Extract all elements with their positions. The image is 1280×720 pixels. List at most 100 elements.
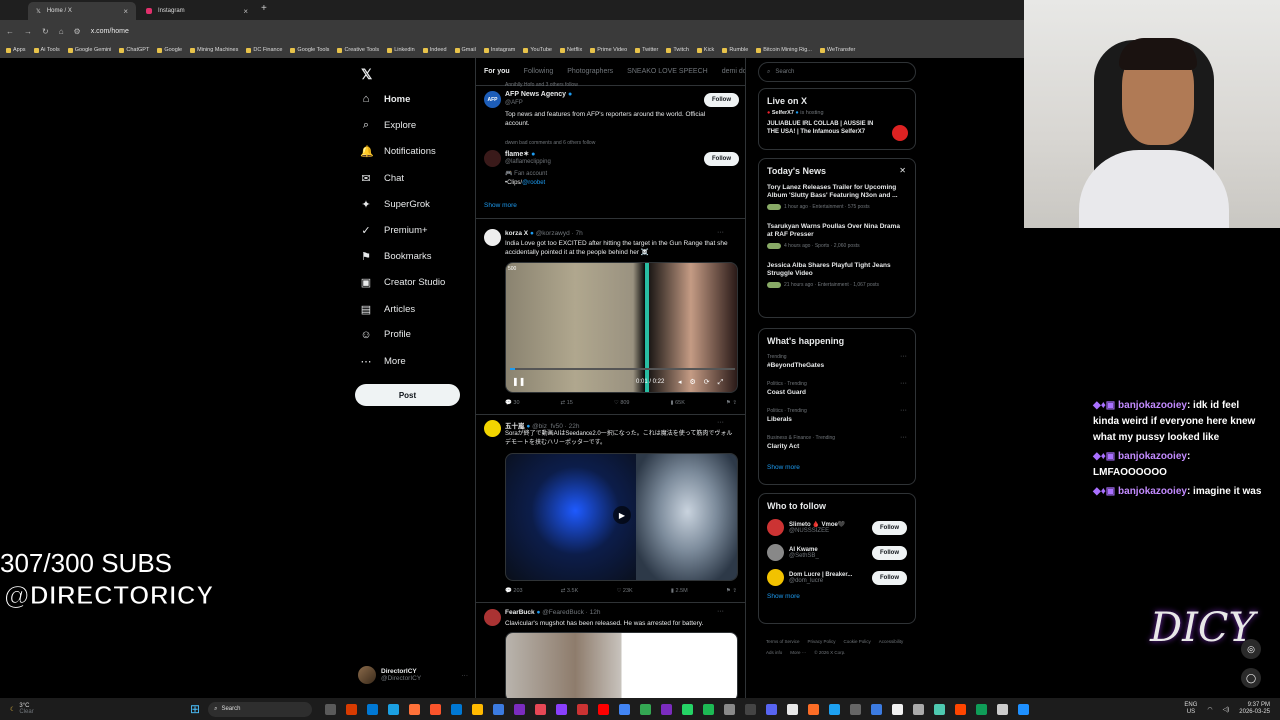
bookmark-item[interactable]: Kick (696, 47, 714, 53)
footer-link[interactable]: Terms of Service (766, 636, 800, 647)
video-player[interactable]: 500 ❚❚ 0:01 / 0:22 ◂⚙⟳⤢ (505, 262, 738, 393)
taskbar-app-icon[interactable] (367, 703, 379, 715)
new-tab-icon[interactable]: + (261, 3, 267, 14)
close-icon[interactable]: ✕ (899, 166, 906, 175)
more-icon[interactable]: ··· (900, 434, 907, 441)
taskbar-app-icon[interactable] (535, 703, 547, 715)
trend-item[interactable]: Politics · Trending Coast Guard ··· (759, 377, 915, 404)
taskbar-app-icon[interactable] (472, 703, 484, 715)
footer-link[interactable]: More ··· (790, 647, 806, 658)
who-to-follow-item[interactable]: Dom Lucre | Breaker... @dom_lucre Follow (759, 565, 915, 590)
taskbar-app-icon[interactable] (682, 703, 694, 715)
bookmark-item[interactable]: Gmail (454, 47, 476, 53)
nav-item-profile[interactable]: ☺ Profile (360, 329, 411, 341)
news-item[interactable]: Tory Lanez Releases Trailer for Upcoming… (759, 180, 915, 215)
more-icon[interactable]: ··· (462, 672, 469, 679)
more-icon[interactable]: ··· (717, 608, 724, 615)
wifi-icon[interactable]: ◠ (1207, 706, 1212, 713)
bookmark-item[interactable]: ChatGPT (119, 47, 149, 53)
bookmark-item[interactable]: Creative Tools (337, 47, 379, 53)
bookmark-item[interactable]: Google (157, 47, 182, 53)
taskbar-app-icon[interactable] (808, 703, 820, 715)
taskbar-app-icon[interactable] (934, 703, 946, 715)
pause-icon[interactable]: ❚❚ (512, 377, 525, 386)
taskbar-search[interactable]: ⌕ Search (208, 701, 313, 717)
show-more-link[interactable]: Show more (759, 458, 915, 477)
close-icon[interactable]: × (123, 7, 128, 16)
account-name[interactable]: AFP News Agency ● (505, 91, 572, 98)
close-icon[interactable]: × (243, 7, 248, 16)
footer-link[interactable]: Privacy Policy (808, 636, 836, 647)
search-input[interactable]: Search (775, 69, 794, 75)
nav-item-bookmarks[interactable]: ⚑ Bookmarks (360, 250, 431, 263)
play-icon[interactable]: ▶ (613, 506, 631, 524)
follow-button[interactable]: Follow (872, 545, 907, 560)
taskbar-app-icon[interactable] (577, 703, 589, 715)
bookmark-item[interactable]: Rumble (722, 47, 748, 53)
account-name[interactable]: flame✶ ● (505, 150, 535, 158)
bookmark-item[interactable]: Twitch (666, 47, 689, 53)
forward-icon[interactable]: → (24, 27, 32, 36)
trend-item[interactable]: Politics · Trending Liberals ··· (759, 404, 915, 431)
taskbar-app-icon[interactable] (955, 703, 967, 715)
nav-item-home[interactable]: ⌂ Home (360, 93, 411, 105)
show-more-link[interactable]: Show more (759, 590, 915, 606)
timeline-tab[interactable]: For you (484, 68, 510, 75)
like-button[interactable]: ♡ 23K (616, 588, 632, 594)
tab-instagram[interactable]: Instagram × (138, 2, 256, 20)
news-item[interactable]: Jessica Alba Shares Playful Tight Jeans … (759, 258, 915, 293)
bookmark-item[interactable]: Prime Video (590, 47, 627, 53)
taskbar-app-icon[interactable] (892, 703, 904, 715)
more-icon[interactable]: ··· (900, 353, 907, 360)
bookmark-item[interactable]: Linkedin (387, 47, 415, 53)
follow-button[interactable]: Follow (872, 520, 907, 535)
video-thumbnail[interactable]: ▶ (505, 453, 738, 581)
bookmark-item[interactable]: Google Gemini (67, 47, 111, 53)
more-icon[interactable]: ··· (717, 229, 724, 236)
post-button[interactable]: Post (355, 384, 460, 406)
taskbar-app-icon[interactable] (640, 703, 652, 715)
url-field[interactable]: x.com/home (91, 28, 129, 35)
taskbar-app-icon[interactable] (871, 703, 883, 715)
taskbar-app-icon[interactable] (409, 703, 421, 715)
trend-item[interactable]: Business & Finance · Trending Clarity Act… (759, 431, 915, 458)
back-icon[interactable]: ← (6, 27, 14, 36)
bookmark-item[interactable]: DC Finance (246, 47, 282, 53)
nav-item-explore[interactable]: ⌕ Explore (360, 119, 416, 132)
nav-item-creator-studio[interactable]: ▣ Creator Studio (360, 276, 445, 289)
taskbar-app-icon[interactable] (724, 703, 736, 715)
bookmark-item[interactable]: Bitcoin Mining Rig... (756, 47, 812, 53)
views-count[interactable]: ▮ 65K (671, 400, 685, 406)
taskbar-app-icon[interactable] (556, 703, 568, 715)
news-item[interactable]: Tsarukyan Warns Poullas Over Nina Drama … (759, 219, 915, 254)
taskbar-app-icon[interactable] (451, 703, 463, 715)
who-to-follow-item[interactable]: AI Kwame @SethSB_ Follow (759, 540, 915, 565)
windows-start-icon[interactable]: ⊞ (190, 702, 200, 716)
bookmark-item[interactable]: Apps (6, 47, 26, 53)
taskbar-app-icon[interactable] (388, 703, 400, 715)
bookmark-item[interactable]: Ai Tools (33, 47, 60, 53)
bookmark-item[interactable]: Twitter (635, 47, 658, 53)
chat-bubble-icon[interactable]: ◯ (1241, 668, 1261, 688)
bookmark-item[interactable]: Google Tools (290, 47, 329, 53)
taskbar-app-icon[interactable] (997, 703, 1009, 715)
follow-button[interactable]: Follow (704, 93, 739, 107)
nav-item-more[interactable]: ⋯ More (360, 355, 406, 368)
trend-item[interactable]: Trending #BeyondTheGates ··· (759, 350, 915, 377)
taskbar-app-icon[interactable] (430, 703, 442, 715)
post-image[interactable] (505, 632, 738, 698)
bookmark-item[interactable]: Netflix (559, 47, 582, 53)
nav-item-supergrok[interactable]: ✦ SuperGrok (360, 198, 430, 211)
home-icon[interactable]: ⌂ (59, 27, 64, 36)
clock[interactable]: 9:37 PM 2026-03-25 (1239, 702, 1270, 716)
taskbar-app-icon[interactable] (514, 703, 526, 715)
repost-button[interactable]: ⇄ 3.5K (561, 588, 578, 594)
bookmark-icon[interactable]: ⚑ ⇪ (726, 588, 737, 594)
nav-item-chat[interactable]: ✉ Chat (360, 172, 404, 185)
taskbar-app-icon[interactable] (493, 703, 505, 715)
mention-link[interactable]: @roobet (522, 180, 545, 186)
taskbar-app-icon[interactable] (619, 703, 631, 715)
taskbar-app-icon[interactable] (703, 703, 715, 715)
bookmark-item[interactable]: Mining Machines (190, 47, 238, 53)
taskbar-app-icon[interactable] (598, 703, 610, 715)
